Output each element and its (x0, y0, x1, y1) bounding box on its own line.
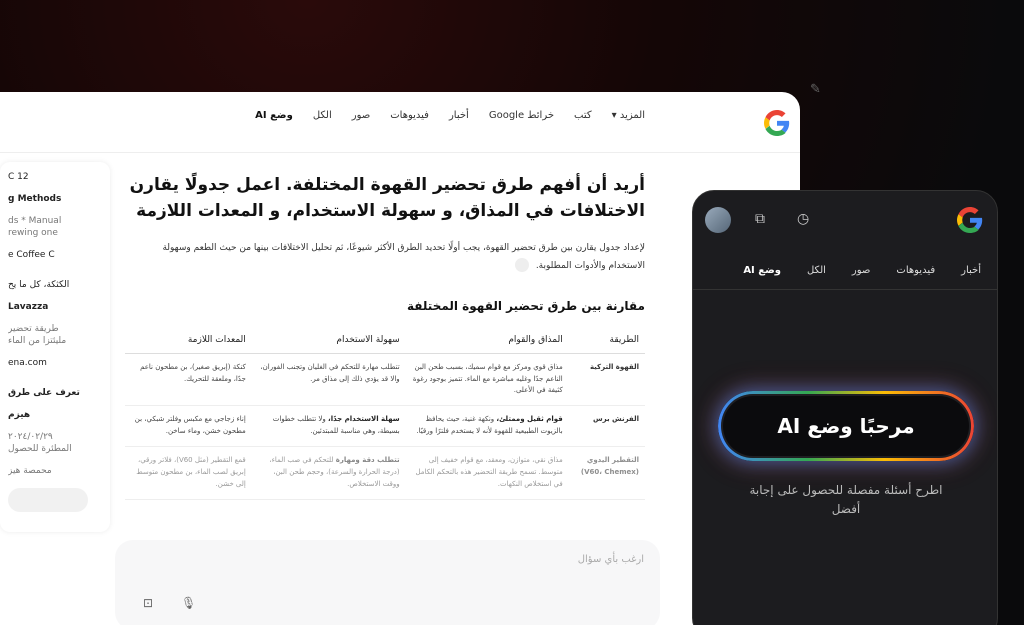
google-logo-icon[interactable] (764, 110, 790, 136)
taste-cell: مذاق قوي ومركز مع قوام سميك، بسبب طحن ال… (405, 353, 569, 407)
tab-ai-mode[interactable]: وضع AI (743, 265, 781, 276)
equipment-cell: كنكة (إبريق صغير)، بن مطحون ناعم جدًا، و… (125, 353, 252, 407)
sources-panel[interactable]: C 12 g Methods ds * Manual rewing one e … (0, 162, 110, 532)
tab-maps[interactable]: خرائط Google (489, 110, 554, 121)
response-intro-text: لإعداد جدول يقارن بين طرق تحضير القهوة، … (162, 242, 645, 271)
source-line: طريقة تحضير (8, 324, 59, 334)
taste-cell: قوام ثقيل وممتلئ، ونكهة غنية، حيث يحافظ … (405, 405, 569, 448)
tab-more[interactable]: المزيد ▾ (612, 110, 645, 121)
ask-input[interactable]: ارغب بأي سؤال 🎙 ⊡ (115, 540, 660, 625)
table-header: المعدات اللازمة (125, 326, 252, 354)
source-line: هيزم (8, 410, 31, 420)
ask-placeholder: ارغب بأي سؤال (577, 554, 644, 565)
source-line: مليئتزا من الماء (8, 336, 67, 346)
table-row: التقطير اليدوي (V60، Chemex) مذاق نقي، م… (125, 446, 645, 500)
table-header: الطريقة (568, 326, 645, 354)
desktop-window: وضع AI الكل صور فيديوهات أخبار خرائط Goo… (0, 92, 800, 625)
history-icon[interactable]: ◷ (797, 211, 809, 227)
tab-ai-mode[interactable]: وضع AI (255, 110, 293, 121)
source-line[interactable]: Lavazza (8, 302, 102, 312)
ai-subtitle: اطرح أسئلة مفصلة للحصول على إجابة أفضل (749, 483, 943, 517)
table-row: القهوة التركية مذاق قوي ومركز مع قوام سم… (125, 353, 645, 407)
new-chat-icon[interactable]: ✎ (810, 82, 821, 97)
new-chat-icon[interactable]: ⧉ (755, 211, 765, 227)
google-logo-icon (957, 207, 983, 233)
tab-videos[interactable]: فيديوهات (390, 110, 429, 121)
table-header: المذاق والقوام (405, 326, 569, 354)
ease-cell: تتطلب مهارة للتحكم في الغليان وتجنب الفو… (251, 353, 406, 407)
tabs-divider (693, 289, 997, 290)
source-line: e Coffee C (8, 250, 55, 260)
link-icon[interactable] (514, 258, 529, 273)
tab-news[interactable]: أخبار (961, 265, 981, 276)
comparison-table: الطريقة المذاق والقوام سهولة الاستخدام ا… (125, 326, 645, 500)
table-row: الفرنش برس قوام ثقيل وممتلئ، ونكهة غنية،… (125, 405, 645, 448)
equipment-cell: إناء زجاجي مع مكبس وفلتر شبكي، بن مطحون … (125, 405, 252, 448)
search-tabs: وضع AI الكل صور فيديوهات أخبار خرائط Goo… (255, 110, 645, 121)
table-title: مقارنة بين طرق تحضير القهوة المختلفة (406, 298, 645, 313)
tab-all[interactable]: الكل (807, 265, 826, 276)
ai-mode-welcome-button[interactable]: مرحبًا وضع AI (718, 391, 974, 461)
source-line: محمصة هيز (8, 466, 52, 476)
tab-images[interactable]: صور (852, 265, 871, 276)
tab-books[interactable]: كتب (574, 110, 592, 121)
tab-news[interactable]: أخبار (449, 110, 469, 121)
mic-icon[interactable]: 🎙 (181, 596, 196, 610)
ease-cell: سهلة الاستخدام جدًا، ولا تتطلب خطوات بسي… (251, 405, 406, 448)
source-line: المطئرة للحصول (8, 444, 72, 454)
source-line: ds * Manual (8, 216, 62, 226)
mobile-tabs: وضع AI الكل صور فيديوهات أخبار (743, 265, 981, 276)
method-cell: القهوة التركية (568, 353, 645, 407)
taste-cell: مذاق نقي، متوازن، ومعقد، مع قوام خفيف إل… (405, 446, 569, 500)
ease-bold: سهلة الاستخدام جدًا، (328, 415, 400, 424)
avatar-icon[interactable] (705, 207, 731, 233)
tab-videos[interactable]: فيديوهات (896, 265, 935, 276)
ai-welcome-text: مرحبًا وضع AI (777, 414, 915, 438)
nav-divider (0, 152, 800, 153)
source-line: ٢٠٢٤/٠٢/٢٩ (8, 432, 53, 442)
mobile-header: ⧉ ◷ (693, 205, 997, 241)
source-line: rewing one (8, 228, 58, 238)
ease-cell: تتطلب دقة ومهارة للتحكم في صب الماء، (در… (251, 446, 406, 500)
method-cell: التقطير اليدوي (V60، Chemex) (568, 446, 645, 500)
taste-bold: قوام ثقيل وممتلئ، (496, 415, 563, 424)
camera-icon[interactable]: ⊡ (143, 596, 153, 610)
source-line: C 12 (8, 172, 29, 182)
user-question: أريد أن أفهم طرق تحضير القهوة المختلفة. … (129, 175, 645, 222)
ease-bold: تتطلب دقة ومهارة (335, 456, 400, 465)
method-cell: الفرنش برس (568, 405, 645, 448)
source-line: الكثكة، كل ما يح (8, 280, 70, 290)
source-line: ena.com (8, 358, 47, 368)
source-line[interactable]: تعرف على طرق (8, 388, 102, 398)
show-all-button[interactable] (8, 488, 88, 512)
tab-images[interactable]: صور (352, 110, 371, 121)
ai-response: أريد أن أفهم طرق تحضير القهوة المختلفة. … (125, 172, 645, 500)
table-header: سهولة الاستخدام (251, 326, 406, 354)
tab-all[interactable]: الكل (313, 110, 332, 121)
source-line[interactable]: g Methods (8, 194, 102, 204)
response-intro: لإعداد جدول يقارن بين طرق تحضير القهوة، … (125, 239, 645, 275)
mobile-window: ⧉ ◷ وضع AI الكل صور فيديوهات أخبار مرحبً… (692, 190, 998, 625)
equipment-cell: قمع التقطير (مثل V60)، فلاتر ورقي، إبريق… (125, 446, 252, 500)
